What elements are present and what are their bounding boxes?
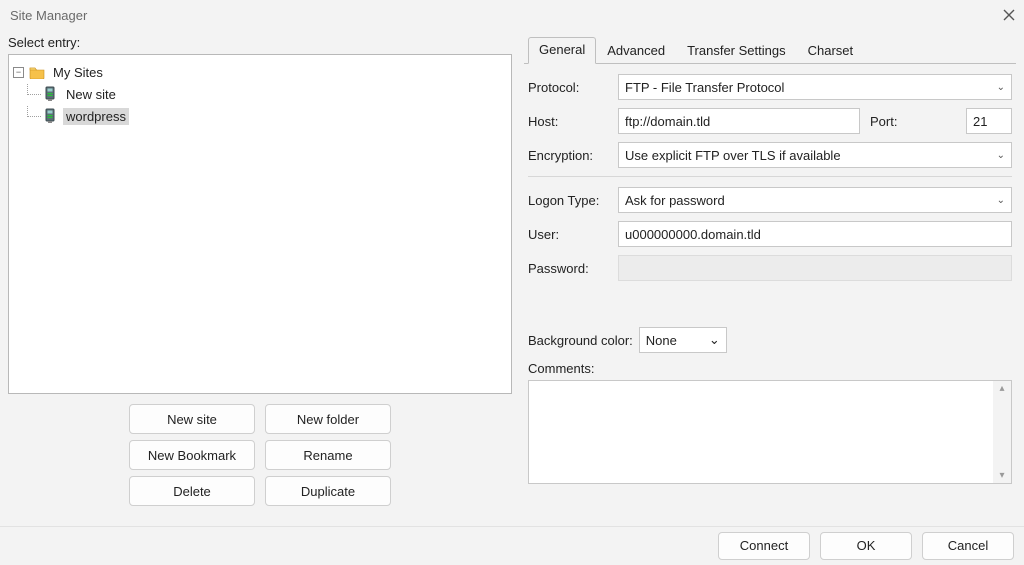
user-input[interactable]: u000000000.domain.tld: [618, 221, 1012, 247]
user-value: u000000000.domain.tld: [625, 227, 761, 242]
select-entry-label: Select entry:: [8, 35, 512, 50]
password-label: Password:: [528, 261, 618, 276]
tree-label: My Sites: [50, 64, 106, 81]
host-value: ftp://domain.tld: [625, 114, 710, 129]
protocol-label: Protocol:: [528, 80, 618, 95]
dialog-footer: Connect OK Cancel: [0, 526, 1024, 564]
duplicate-button[interactable]: Duplicate: [265, 476, 391, 506]
tab-general[interactable]: General: [528, 37, 596, 64]
background-color-label: Background color:: [528, 333, 633, 348]
new-folder-button[interactable]: New folder: [265, 404, 391, 434]
chevron-down-icon: ⌄: [997, 195, 1005, 206]
tree-item[interactable]: New site: [13, 83, 507, 105]
tab-charset[interactable]: Charset: [797, 38, 865, 64]
tab-transfer-settings[interactable]: Transfer Settings: [676, 38, 797, 64]
port-input[interactable]: 21: [966, 108, 1012, 134]
new-bookmark-button[interactable]: New Bookmark: [129, 440, 255, 470]
site-tree[interactable]: − My Sites New site wordpress: [8, 54, 512, 394]
chevron-down-icon: ⌄: [709, 332, 720, 348]
background-color-value: None: [646, 333, 677, 348]
close-icon[interactable]: [1002, 8, 1016, 22]
scroll-down-icon[interactable]: ▾: [999, 470, 1004, 481]
divider: [528, 176, 1012, 177]
comments-textarea[interactable]: ▴ ▾: [528, 380, 1012, 484]
tree-root[interactable]: − My Sites: [13, 61, 507, 83]
tree-item[interactable]: wordpress: [13, 105, 507, 127]
server-icon: [41, 86, 59, 102]
tab-body-general: Protocol: FTP - File Transfer Protocol ⌄…: [524, 63, 1016, 526]
tree-label: wordpress: [63, 108, 129, 125]
entry-button-grid: New site New folder New Bookmark Rename …: [8, 404, 512, 506]
folder-icon: [28, 65, 46, 79]
port-value: 21: [973, 114, 987, 129]
cancel-button[interactable]: Cancel: [922, 532, 1014, 560]
chevron-down-icon: ⌄: [997, 150, 1005, 161]
comments-label: Comments:: [528, 361, 594, 376]
rename-button[interactable]: Rename: [265, 440, 391, 470]
delete-button[interactable]: Delete: [129, 476, 255, 506]
protocol-select[interactable]: FTP - File Transfer Protocol ⌄: [618, 74, 1012, 100]
window-title: Site Manager: [10, 8, 1002, 23]
settings-panel: General Advanced Transfer Settings Chars…: [524, 35, 1016, 526]
logon-type-value: Ask for password: [625, 193, 725, 208]
connect-button[interactable]: Connect: [718, 532, 810, 560]
encryption-select[interactable]: Use explicit FTP over TLS if available ⌄: [618, 142, 1012, 168]
tree-connector: [27, 84, 41, 95]
encryption-value: Use explicit FTP over TLS if available: [625, 148, 841, 163]
ok-button[interactable]: OK: [820, 532, 912, 560]
encryption-label: Encryption:: [528, 148, 618, 163]
host-input[interactable]: ftp://domain.tld: [618, 108, 860, 134]
protocol-value: FTP - File Transfer Protocol: [625, 80, 784, 95]
user-label: User:: [528, 227, 618, 242]
scrollbar[interactable]: ▴ ▾: [993, 381, 1011, 483]
scroll-up-icon[interactable]: ▴: [999, 383, 1004, 394]
logon-type-select[interactable]: Ask for password ⌄: [618, 187, 1012, 213]
server-icon: [41, 108, 59, 124]
chevron-down-icon: ⌄: [997, 82, 1005, 93]
tab-bar: General Advanced Transfer Settings Chars…: [524, 35, 1016, 63]
host-label: Host:: [528, 114, 618, 129]
port-label: Port:: [870, 114, 960, 129]
background-color-select[interactable]: None ⌄: [639, 327, 727, 353]
tree-label: New site: [63, 86, 119, 103]
titlebar: Site Manager: [0, 0, 1024, 30]
logon-type-label: Logon Type:: [528, 193, 618, 208]
tab-advanced[interactable]: Advanced: [596, 38, 676, 64]
collapse-icon[interactable]: −: [13, 67, 24, 78]
entries-panel: Select entry: − My Sites New site: [8, 35, 512, 526]
tree-connector: [27, 106, 41, 117]
new-site-button[interactable]: New site: [129, 404, 255, 434]
password-input: [618, 255, 1012, 281]
